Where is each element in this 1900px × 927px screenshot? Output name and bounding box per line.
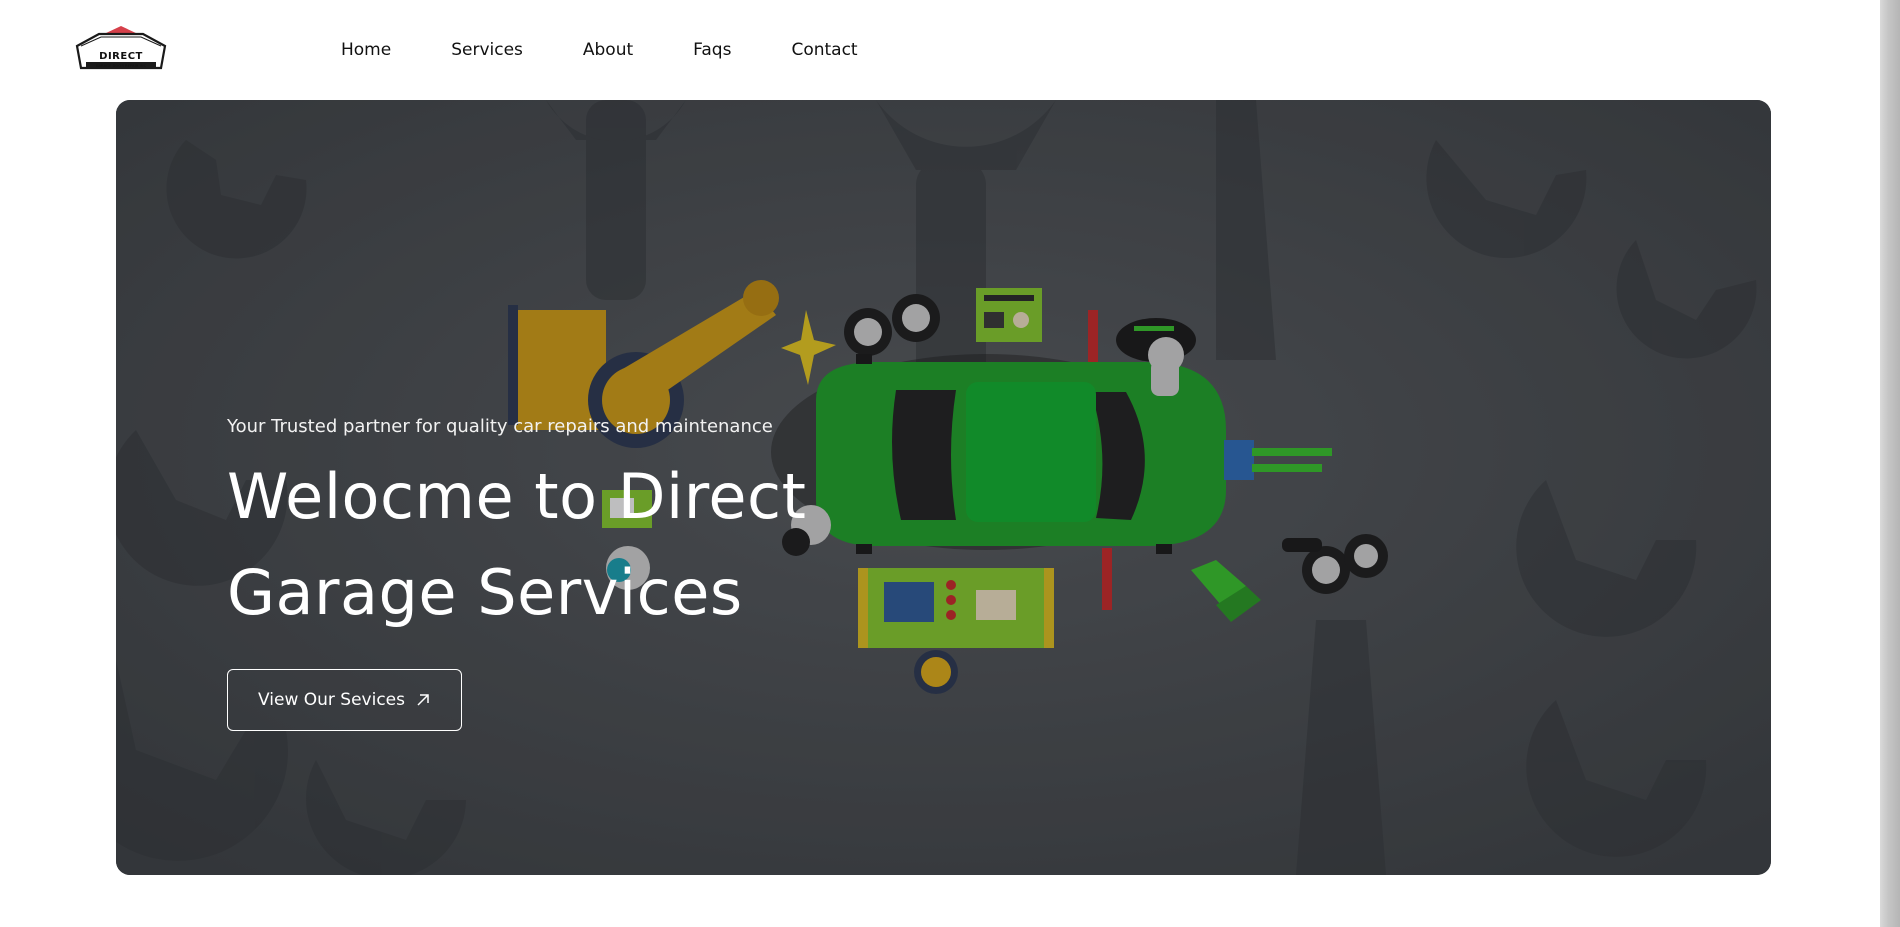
brand-logo[interactable]: DIRECT GARAGE DOOR REPAIR INC xyxy=(71,24,171,74)
arrow-up-right-icon xyxy=(417,694,429,706)
logo-subtext: GARAGE DOOR REPAIR INC xyxy=(95,64,147,68)
hero-content: Your Trusted partner for quality car rep… xyxy=(227,415,947,731)
view-services-label: View Our Sevices xyxy=(258,690,405,710)
nav-faqs[interactable]: Faqs xyxy=(693,38,731,62)
hero-tagline: Your Trusted partner for quality car rep… xyxy=(227,416,773,437)
logo-wordmark: DIRECT xyxy=(99,51,143,62)
hero-headline-line1: Welocme to Direct xyxy=(227,460,807,533)
nav-services[interactable]: Services xyxy=(451,38,523,62)
hero-banner: Your Trusted partner for quality car rep… xyxy=(116,100,1771,875)
hero-headline: Welocme to Direct Garage Services xyxy=(227,449,947,641)
view-services-button[interactable]: View Our Sevices xyxy=(227,669,462,731)
page-scrollbar-strip xyxy=(1880,0,1900,927)
hero-headline-line2: Garage Services xyxy=(227,556,743,629)
main-nav: Home Services About Faqs Contact xyxy=(341,38,918,62)
nav-contact[interactable]: Contact xyxy=(791,38,857,62)
site-header: DIRECT GARAGE DOOR REPAIR INC Home Servi… xyxy=(0,0,1880,100)
nav-home[interactable]: Home xyxy=(341,38,391,62)
nav-about[interactable]: About xyxy=(583,38,633,62)
